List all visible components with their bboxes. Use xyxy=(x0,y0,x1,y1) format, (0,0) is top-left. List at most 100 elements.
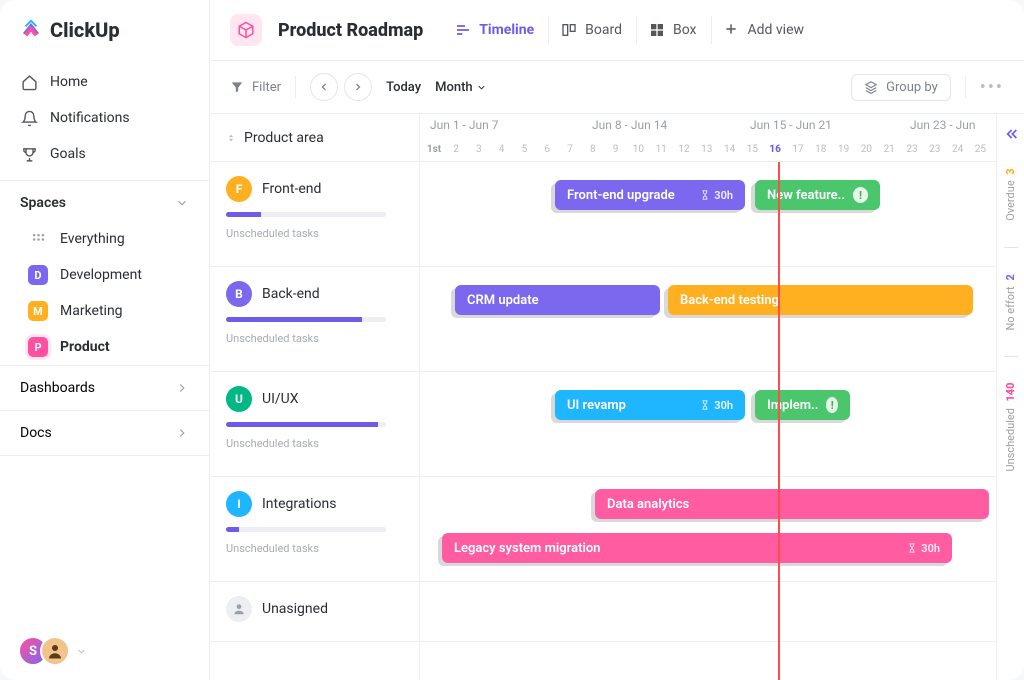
timeline-right[interactable]: Jun 1 - Jun 7 Jun 8 - Jun 14 Jun 15 - Ju… xyxy=(420,114,996,680)
tab-timeline-label: Timeline xyxy=(479,22,534,38)
timeline-header: Jun 1 - Jun 7 Jun 8 - Jun 14 Jun 15 - Ju… xyxy=(420,114,996,162)
page-title: Product Roadmap xyxy=(278,20,423,41)
chevron-right-icon xyxy=(175,426,189,440)
timeline: Product area F Front-end Unscheduled tas… xyxy=(210,114,1024,680)
timeline-left-header[interactable]: Product area xyxy=(210,114,419,162)
tab-board-label: Board xyxy=(585,22,622,38)
area-uiux[interactable]: U UI/UX Unscheduled tasks xyxy=(210,372,419,477)
range-label: Month xyxy=(435,80,473,95)
filter-button[interactable]: Filter xyxy=(230,80,281,95)
progress-bar xyxy=(226,212,386,217)
area-label: UI/UX xyxy=(262,391,299,407)
groupby-label: Group by xyxy=(886,80,938,95)
area-frontend[interactable]: F Front-end Unscheduled tasks xyxy=(210,162,419,267)
user-avatars[interactable]: S xyxy=(0,622,209,680)
logo-icon xyxy=(20,19,42,41)
space-label: Product xyxy=(60,339,110,355)
plus-icon xyxy=(724,22,740,38)
nav-goals[interactable]: Goals xyxy=(0,136,209,172)
nav-home[interactable]: Home xyxy=(0,64,209,100)
task-ui-revamp[interactable]: UI revamp 30h xyxy=(555,390,745,420)
task-label: Front-end upgrade xyxy=(567,188,675,203)
rail-overdue[interactable]: Overdue 3 xyxy=(1004,160,1017,229)
rail-noeffort-count: 2 xyxy=(1004,274,1017,280)
task-label: Back-end testing xyxy=(680,293,779,308)
task-new-feature[interactable]: New feature.. ! xyxy=(755,180,880,210)
task-backend-testing[interactable]: Back-end testing xyxy=(668,285,973,315)
week-label: Jun 8 - Jun 14 xyxy=(592,118,667,132)
sidebar-item-everything[interactable]: Everything xyxy=(0,221,209,257)
task-label: Legacy system migration xyxy=(454,541,600,556)
timeline-row xyxy=(420,582,996,642)
week-label: Jun 23 - Jun xyxy=(910,118,975,132)
range-selector[interactable]: Month xyxy=(435,80,487,95)
day-label: 10 xyxy=(633,144,644,155)
logo[interactable]: ClickUp xyxy=(0,0,209,56)
sidebar-item-product[interactable]: P Product xyxy=(0,329,209,365)
timeline-row: Data analytics Legacy system migration 3… xyxy=(420,477,996,582)
sidebar-item-dashboards[interactable]: Dashboards xyxy=(0,366,209,410)
day-label: 14 xyxy=(724,144,735,155)
day-label: 13 xyxy=(701,144,712,155)
tab-add-view[interactable]: Add view xyxy=(711,16,817,44)
rail-noeffort[interactable]: No effort 2 xyxy=(1004,266,1017,339)
layers-icon xyxy=(864,80,878,94)
task-label: UI revamp xyxy=(567,398,626,413)
task-hours: 30h xyxy=(907,542,940,555)
day-label: 23 xyxy=(906,144,917,155)
day-label: 7 xyxy=(567,144,573,155)
task-hours: 30h xyxy=(700,189,733,202)
sidebar-item-marketing[interactable]: M Marketing xyxy=(0,293,209,329)
sidebar-item-docs[interactable]: Docs xyxy=(0,411,209,455)
unscheduled-label: Unscheduled tasks xyxy=(226,437,403,450)
timeline-left: Product area F Front-end Unscheduled tas… xyxy=(210,114,420,680)
area-unassigned[interactable]: Unasigned xyxy=(210,582,419,642)
bell-icon xyxy=(20,109,38,127)
space-label: Marketing xyxy=(60,303,123,319)
progress-bar xyxy=(226,527,386,532)
sidebar-item-development[interactable]: D Development xyxy=(0,257,209,293)
collapse-rail-button[interactable] xyxy=(1003,126,1019,142)
divider xyxy=(1004,247,1018,248)
day-label: 11 xyxy=(656,144,667,155)
view-tabs: Timeline Board Box Add view xyxy=(443,16,816,44)
tab-board[interactable]: Board xyxy=(548,16,634,44)
progress-bar xyxy=(226,422,386,427)
more-button[interactable]: ••• xyxy=(980,77,1004,98)
divider xyxy=(965,76,966,98)
nav-notifications[interactable]: Notifications xyxy=(0,100,209,136)
toolbar: Filter Today Month Group by ••• xyxy=(210,61,1024,114)
box-icon xyxy=(649,22,665,38)
chevron-right-icon xyxy=(175,381,189,395)
tab-box-label: Box xyxy=(673,22,697,38)
rail-noeffort-label: No effort xyxy=(1004,286,1017,330)
area-label: Back-end xyxy=(262,286,320,302)
day-label: 2 xyxy=(453,144,459,155)
task-data-analytics[interactable]: Data analytics xyxy=(595,489,989,519)
nav-home-label: Home xyxy=(50,74,88,90)
spaces-section: Spaces Everything D Development M Market… xyxy=(0,181,209,366)
spaces-header[interactable]: Spaces xyxy=(0,181,209,221)
rail-unscheduled[interactable]: Unscheduled 140 xyxy=(1004,375,1017,480)
area-badge: I xyxy=(226,491,252,517)
task-implement[interactable]: Implem.. ! xyxy=(755,390,850,420)
prev-button[interactable] xyxy=(310,73,338,101)
task-label: Implem.. xyxy=(767,398,818,413)
day-label: 18 xyxy=(815,144,826,155)
tab-box[interactable]: Box xyxy=(636,16,709,44)
area-integrations[interactable]: I Integrations Unscheduled tasks xyxy=(210,477,419,582)
space-badge: D xyxy=(28,265,48,285)
groupby-button[interactable]: Group by xyxy=(851,74,951,101)
day-label: 6 xyxy=(544,144,550,155)
day-label: 20 xyxy=(861,144,872,155)
area-backend[interactable]: B Back-end Unscheduled tasks xyxy=(210,267,419,372)
next-button[interactable] xyxy=(344,73,372,101)
today-button[interactable]: Today xyxy=(386,80,421,95)
area-badge: F xyxy=(226,176,252,202)
task-legacy[interactable]: Legacy system migration 30h xyxy=(442,533,952,563)
task-frontend-upgrade[interactable]: Front-end upgrade 30h xyxy=(555,180,745,210)
task-crm-update[interactable]: CRM update xyxy=(455,285,660,315)
space-badge: M xyxy=(28,301,48,321)
everything-label: Everything xyxy=(60,231,125,247)
tab-timeline[interactable]: Timeline xyxy=(443,16,546,44)
